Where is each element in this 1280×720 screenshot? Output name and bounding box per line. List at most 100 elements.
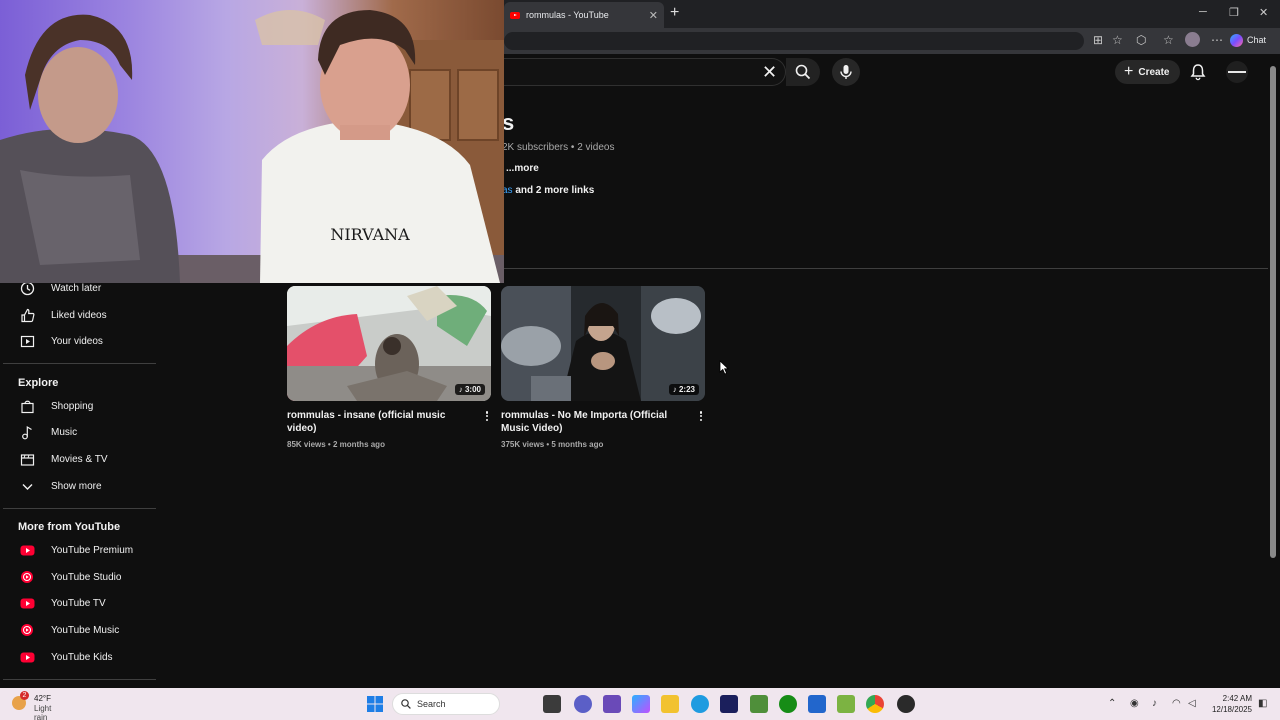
video-menu-icon[interactable]: [697, 409, 705, 423]
app-icon[interactable]: [837, 695, 855, 713]
search-input[interactable]: [504, 58, 786, 86]
video-meta: 85K views • 2 months ago: [287, 440, 385, 449]
video-thumbnail[interactable]: ♪ 2:23: [501, 286, 705, 401]
youtube-music-icon: [19, 622, 35, 638]
weather-temp: 42°F: [34, 694, 51, 703]
sidebar-item-movies-tv[interactable]: Movies & TV: [0, 446, 160, 472]
video-title[interactable]: rommulas - insane (official music video)…: [287, 409, 472, 451]
channel-meta: 2K subscribers • 2 videos: [502, 142, 615, 153]
copilot-app-icon[interactable]: [632, 695, 650, 713]
store-icon[interactable]: [808, 695, 826, 713]
copilot-chat-button[interactable]: Chat: [1230, 31, 1266, 49]
create-button[interactable]: + Create: [1115, 60, 1181, 84]
sidebar-item-label: Liked videos: [51, 309, 107, 321]
tray-overflow-icon[interactable]: ⌃: [1108, 698, 1116, 709]
youtube-premium-icon: [19, 542, 35, 558]
obs-icon[interactable]: [897, 695, 915, 713]
premiere-icon[interactable]: [720, 695, 738, 713]
sidebar-divider: [3, 679, 156, 680]
more-links-label[interactable]: and 2 more links: [513, 185, 594, 196]
chrome-icon[interactable]: [866, 695, 884, 713]
taskbar-search-label: Search: [417, 699, 446, 709]
tray-mic-icon[interactable]: ♪: [1152, 698, 1157, 709]
task-view-icon[interactable]: [543, 695, 561, 713]
sidebar-item-shopping[interactable]: Shopping: [0, 393, 160, 419]
clock-date: 12/18/2025: [1211, 705, 1252, 714]
xbox-icon[interactable]: [779, 695, 797, 713]
notification-icon[interactable]: ◧: [1258, 698, 1267, 709]
favorites-icon[interactable]: ☆: [1163, 33, 1174, 47]
address-field[interactable]: [504, 32, 1084, 50]
sidebar-item-youtube-premium[interactable]: YouTube Premium: [0, 537, 160, 563]
video-views: 375K views: [501, 440, 545, 449]
sidebar-item-music[interactable]: Music: [0, 419, 160, 445]
microphone-icon: [840, 65, 852, 79]
tray-app-icon[interactable]: ◉: [1130, 698, 1139, 709]
sidebar-item-label: Shopping: [51, 400, 94, 412]
new-tab-icon[interactable]: +: [670, 4, 679, 22]
sidebar-item-label: YouTube Premium: [51, 544, 134, 556]
chevron-down-icon: [19, 478, 35, 494]
search-icon: [795, 64, 811, 80]
sidebar-item-youtube-kids[interactable]: YouTube Kids: [0, 644, 160, 670]
video-age: 5 months ago: [551, 440, 604, 449]
sidebar-item-youtube-tv[interactable]: YouTube TV: [0, 590, 160, 616]
shirt-text: NIRVANA: [330, 225, 410, 244]
sidebar-item-label: Music: [51, 426, 78, 438]
sidebar-item-show-more[interactable]: Show more: [0, 473, 160, 499]
youtube-kids-icon: [19, 649, 35, 665]
notifications-bell-icon[interactable]: [1189, 63, 1207, 81]
channel-links[interactable]: as and 2 more links: [502, 185, 594, 196]
browser-tab[interactable]: rommulas - YouTube ✕: [504, 2, 664, 28]
video-title[interactable]: rommulas - No Me Importa (Official Music…: [501, 409, 686, 451]
sidebar-item-youtube-studio[interactable]: YouTube Studio: [0, 564, 160, 590]
sidebar-item-liked-videos[interactable]: Liked videos: [0, 302, 160, 328]
sidebar-item-label: Watch later: [51, 282, 102, 294]
tab-title: rommulas - YouTube: [526, 10, 609, 20]
file-explorer-icon[interactable]: [661, 695, 679, 713]
favorite-star-icon[interactable]: ☆: [1112, 33, 1123, 47]
sidebar-heading-explore: Explore: [18, 377, 59, 389]
clear-search-icon[interactable]: ✕: [762, 62, 777, 83]
youtube-favicon-icon: [510, 11, 520, 19]
minimize-icon[interactable]: ─: [1199, 6, 1207, 18]
chat-app-icon[interactable]: [574, 695, 592, 713]
channel-divider: [502, 268, 1268, 269]
voice-search-button[interactable]: [832, 58, 860, 86]
extensions-icon[interactable]: ⬡: [1136, 33, 1146, 47]
play-square-icon: [19, 333, 35, 349]
window-close-icon[interactable]: ✕: [1259, 6, 1268, 19]
app-grid-icon[interactable]: ⊞: [1093, 33, 1103, 47]
volume-icon[interactable]: ◁: [1188, 698, 1196, 709]
channel-description-more[interactable]: ...more: [506, 163, 539, 174]
music-note-icon: [19, 424, 35, 440]
more-options-icon[interactable]: ⋯: [1211, 33, 1223, 47]
edge-icon[interactable]: [691, 695, 709, 713]
video-card[interactable]: ♪ 2:23 rommulas - No Me Importa (Officia…: [501, 286, 705, 449]
wifi-icon[interactable]: ◠: [1172, 698, 1181, 709]
tab-close-icon[interactable]: ✕: [649, 9, 658, 22]
windows-start-icon[interactable]: [367, 696, 383, 712]
restore-icon[interactable]: ❐: [1229, 6, 1239, 19]
video-menu-icon[interactable]: [483, 409, 491, 423]
browser-profile-avatar[interactable]: [1185, 32, 1200, 47]
account-avatar[interactable]: [1226, 61, 1248, 83]
plus-icon: +: [1124, 63, 1134, 80]
sidebar-item-your-videos[interactable]: Your videos: [0, 328, 160, 354]
teams-icon[interactable]: [603, 695, 621, 713]
webcam-overlay: NIRVANA: [0, 0, 504, 283]
sidebar-item-label: Your videos: [51, 335, 103, 347]
video-card[interactable]: ♪ 3:00 rommulas - insane (official music…: [287, 286, 491, 449]
taskbar-search[interactable]: Search: [392, 693, 500, 715]
scrollbar-thumb[interactable]: [1270, 66, 1276, 558]
sidebar-divider: [3, 508, 156, 509]
sidebar-item-youtube-music[interactable]: YouTube Music: [0, 617, 160, 643]
sidebar-heading-more-from-youtube: More from YouTube: [18, 521, 121, 533]
copilot-label: Chat: [1247, 35, 1267, 45]
taskbar-clock[interactable]: 2:42 AM 12/18/2025: [1206, 693, 1252, 715]
search-button[interactable]: [786, 58, 820, 86]
weather-condition: Light rain: [34, 704, 52, 720]
video-thumbnail[interactable]: ♪ 3:00: [287, 286, 491, 401]
youtube-tv-icon: [19, 595, 35, 611]
minecraft-icon[interactable]: [750, 695, 768, 713]
